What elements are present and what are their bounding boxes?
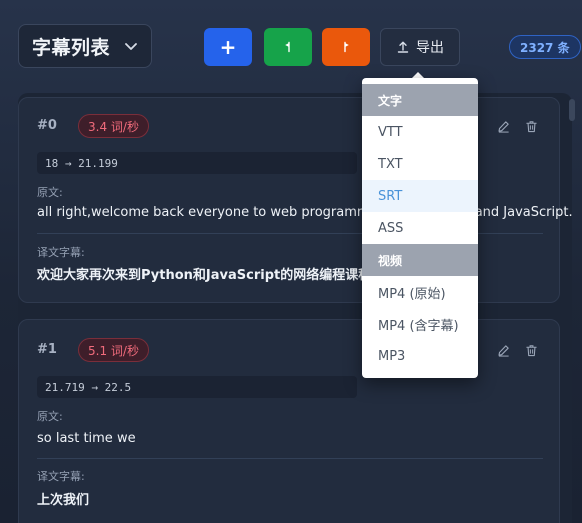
subtitle-count-badge: 2327 条 (509, 35, 581, 59)
export-srt[interactable]: SRT (362, 180, 478, 212)
export-button[interactable]: 导出 (380, 28, 460, 66)
edit-button[interactable] (495, 118, 511, 134)
subtitle-card[interactable]: #1 5.1 词/秒 21.719 → 22.5 原文: so last tim… (18, 319, 560, 523)
divider (37, 458, 543, 459)
speech-rate-badge: 3.4 词/秒 (78, 114, 149, 138)
upload-icon (397, 41, 409, 53)
export-ass[interactable]: ASS (362, 212, 478, 244)
scrollbar-track[interactable] (566, 97, 574, 523)
trash-icon (525, 344, 537, 356)
translation-text[interactable]: 上次我们 (37, 489, 89, 508)
export-mp4-original[interactable]: MP4 (原始) (362, 276, 478, 308)
delete-button[interactable] (523, 118, 539, 134)
chevron-down-icon (125, 43, 137, 50)
export-mp3[interactable]: MP3 (362, 340, 478, 372)
timecode: 21.719 → 22.5 (37, 376, 357, 398)
scrollbar-thumb[interactable] (569, 99, 575, 121)
subtitle-index: #0 (37, 118, 57, 133)
delete-button[interactable] (523, 342, 539, 358)
edit-button[interactable] (495, 342, 511, 358)
export-mp4-subtitled[interactable]: MP4 (含字幕) (362, 308, 478, 340)
plus-icon: + (219, 35, 237, 59)
pencil-icon (497, 344, 509, 357)
list-title: 字幕列表 (32, 36, 111, 59)
export-txt[interactable]: TXT (362, 148, 478, 180)
speech-rate-badge: 5.1 词/秒 (78, 338, 149, 362)
source-label: 原文: (37, 410, 63, 423)
flag-right-icon (344, 41, 349, 53)
source-label: 原文: (37, 186, 63, 199)
subtitle-card[interactable]: #0 3.4 词/秒 18 → 21.199 原文: all right,wel… (18, 97, 573, 303)
export-label: 导出 (416, 40, 444, 56)
add-subtitle-button[interactable]: + (204, 28, 252, 66)
export-menu: 文字 VTT TXT SRT ASS 视频 MP4 (原始) MP4 (含字幕)… (362, 78, 478, 378)
subtitle-index: #1 (37, 342, 57, 357)
source-text[interactable]: so last time we (37, 431, 136, 446)
translation-label: 译文字幕: (37, 470, 85, 483)
set-start-button[interactable] (264, 28, 312, 66)
subtitle-list-select[interactable]: 字幕列表 (18, 24, 152, 68)
translation-label: 译文字幕: (37, 246, 85, 259)
timecode: 18 → 21.199 (37, 152, 357, 174)
translation-text[interactable]: 欢迎大家再次来到Python和JavaScript的网络编程课程。 (37, 264, 384, 283)
menu-group-text: 文字 (362, 84, 478, 116)
pencil-icon (497, 120, 509, 133)
export-vtt[interactable]: VTT (362, 116, 478, 148)
trash-icon (525, 120, 537, 132)
header: 字幕列表 + 导出 2327 条 (0, 0, 582, 80)
set-end-button[interactable] (322, 28, 370, 66)
menu-group-video: 视频 (362, 244, 478, 276)
flag-left-icon (285, 41, 290, 53)
source-text[interactable]: all right,welcome back everyone to web p… (37, 205, 573, 220)
